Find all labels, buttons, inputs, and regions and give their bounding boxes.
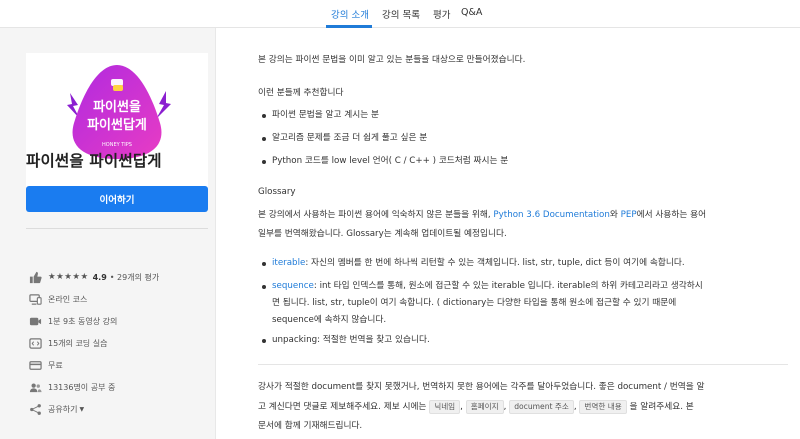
video-camera-icon bbox=[28, 314, 42, 328]
bullet bbox=[262, 114, 266, 118]
rating-count[interactable]: • 29개의 평가 bbox=[110, 272, 159, 283]
course-thumbnail: 파이썬을 파이썬답게 HONEY TIPS bbox=[26, 53, 208, 194]
bullet bbox=[262, 160, 266, 164]
rating-stars: ★★★★★ bbox=[48, 272, 89, 282]
course-type-label: 온라인 코스 bbox=[48, 294, 88, 304]
meta-price: 무료 bbox=[28, 358, 63, 372]
sidebar-divider bbox=[26, 228, 208, 229]
footer-line1: 강사가 적절한 document를 찾지 못했거나, 번역하지 못한 용어에는 … bbox=[258, 382, 705, 392]
glossary-term-sequence-line2: 면 됩니다. list, str, tuple이 여기 속합니다. ( dict… bbox=[272, 298, 677, 308]
lightning-right-icon bbox=[156, 91, 171, 119]
bullet bbox=[262, 339, 266, 343]
meta-quizzes: 15개의 코딩 실습 bbox=[28, 336, 107, 350]
rating-row: ★★★★★ 4.9 • 29개의 평가 bbox=[28, 270, 159, 284]
share-icon bbox=[28, 402, 42, 416]
thumb-text-line1: 파이썬을 bbox=[93, 99, 141, 115]
glossary-paragraph-line2: 일부를 번역해왔습니다. Glossary는 계속해 업데이트될 예정입니다. bbox=[258, 229, 507, 239]
glossary-term-sequence-line3: sequence에 속하지 않습니다. bbox=[272, 315, 387, 325]
meta-course-type: 온라인 코스 bbox=[28, 292, 87, 306]
code-icon bbox=[28, 336, 42, 350]
recommend-item: 파이썬 문법을 알고 계시는 분 bbox=[272, 110, 379, 120]
recommend-item: 알고리즘 문제를 조금 더 쉽게 풀고 싶은 분 bbox=[272, 133, 428, 143]
bullet bbox=[262, 285, 266, 289]
thumb-text-line2: 파이썬답게 bbox=[87, 117, 147, 133]
thumb-tagline: HONEY TIPS bbox=[102, 142, 132, 148]
footer-line2: 고 계신다면 댓글로 제보해주세요. 제보 시에는 닉네임, 홈페이지, doc… bbox=[258, 400, 694, 414]
tab-qna[interactable]: Q&A bbox=[461, 7, 482, 18]
recommend-item: Python 코드를 low level 언어( C / C++ ) 코드처럼 … bbox=[272, 156, 509, 166]
price-label: 무료 bbox=[48, 360, 63, 370]
active-tab-indicator bbox=[326, 25, 372, 28]
rating-score: 4.9 bbox=[92, 272, 107, 282]
top-nav: 강의 소개 강의 목록 평가 Q&A bbox=[0, 0, 800, 28]
meta-students: 13136명이 공부 중 bbox=[28, 380, 115, 394]
tab-course-intro[interactable]: 강의 소개 bbox=[331, 7, 369, 21]
intro-text: 본 강의는 파이썬 문법을 이미 알고 있는 분들을 대상으로 만들어졌습니다. bbox=[258, 55, 526, 65]
recommend-heading: 이런 분들께 추천합니다 bbox=[258, 88, 344, 98]
thumbs-up-icon bbox=[28, 270, 42, 284]
glossary-heading: Glossary bbox=[258, 187, 296, 197]
credit-card-icon bbox=[28, 358, 42, 372]
chip-doc-url: document 주소 bbox=[509, 400, 574, 414]
chevron-down-icon: ▼ bbox=[79, 405, 85, 413]
share-button[interactable]: 공유하기 ▼ bbox=[28, 402, 84, 416]
python-docs-link[interactable]: Python 3.6 Documentation bbox=[493, 210, 609, 220]
content-divider bbox=[258, 364, 788, 365]
course-title: 파이썬을 파이썬답게 bbox=[26, 152, 162, 170]
continue-button[interactable]: 이어하기 bbox=[26, 186, 208, 212]
footer-line3: 문서에 함께 기재해드립니다. bbox=[258, 421, 363, 431]
glossary-paragraph-line1: 본 강의에서 사용하는 파이썬 용어에 익숙하지 않은 분들을 위해, Pyth… bbox=[258, 210, 707, 220]
glossary-term-sequence: sequence: int 타입 인덱스를 통해, 원소에 접근할 수 있는 i… bbox=[272, 281, 703, 291]
quizzes-label: 15개의 코딩 실습 bbox=[48, 338, 108, 348]
tab-reviews[interactable]: 평가 bbox=[433, 7, 450, 21]
bullet bbox=[262, 262, 266, 266]
bullet bbox=[262, 137, 266, 141]
users-icon bbox=[28, 380, 42, 394]
glossary-term-iterable: iterable: 자신의 멤버를 한 번에 하나씩 리턴할 수 있는 객체입니… bbox=[272, 258, 685, 268]
chip-translation: 번역한 내용 bbox=[579, 400, 627, 414]
sequence-link[interactable]: sequence bbox=[272, 281, 314, 291]
pep-link[interactable]: PEP bbox=[621, 210, 637, 220]
glossary-term-unpacking: unpacking: 적절한 번역을 찾고 있습니다. bbox=[272, 335, 430, 345]
duration-label: 1분 9초 동영상 강의 bbox=[48, 316, 118, 326]
iterable-link[interactable]: iterable bbox=[272, 258, 305, 268]
tab-course-list[interactable]: 강의 목록 bbox=[382, 7, 420, 21]
course-sidebar: 파이썬을 파이썬답게 HONEY TIPS bbox=[0, 28, 216, 439]
monitor-icon bbox=[28, 292, 42, 306]
students-label: 13136명이 공부 중 bbox=[48, 382, 116, 392]
meta-duration: 1분 9초 동영상 강의 bbox=[28, 314, 117, 328]
share-label[interactable]: 공유하기 bbox=[48, 404, 77, 415]
chip-homepage: 홈페이지 bbox=[465, 400, 504, 414]
chip-nickname: 닉네임 bbox=[429, 400, 461, 414]
